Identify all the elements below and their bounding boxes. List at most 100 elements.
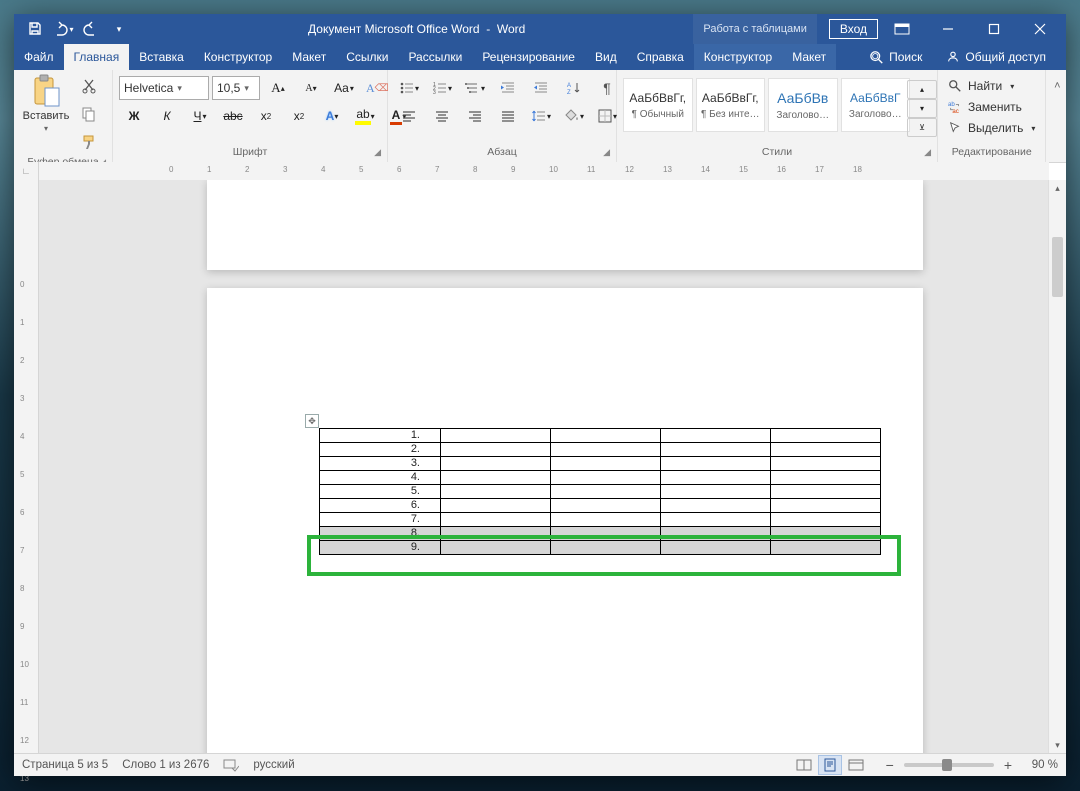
- table-cell[interactable]: [551, 471, 661, 485]
- table-cell[interactable]: [441, 471, 551, 485]
- table-cell[interactable]: [441, 429, 551, 443]
- text-effects-button[interactable]: A▾: [317, 104, 347, 128]
- view-web-button[interactable]: [844, 755, 868, 775]
- table-cell[interactable]: [661, 457, 771, 471]
- table-cell[interactable]: [661, 527, 771, 541]
- redo-button[interactable]: [78, 16, 104, 42]
- table-cell[interactable]: 7.: [320, 513, 441, 527]
- document-canvas[interactable]: ✥ 1.2.3.4.5.6.7.8.9.: [39, 180, 1049, 754]
- table-cell[interactable]: [661, 429, 771, 443]
- sort-button[interactable]: AZ: [559, 76, 589, 100]
- signin-button[interactable]: Вход: [829, 19, 878, 39]
- table-cell[interactable]: [441, 443, 551, 457]
- table-cell[interactable]: [661, 471, 771, 485]
- scroll-thumb[interactable]: [1052, 237, 1063, 297]
- status-page[interactable]: Страница 5 из 5: [22, 759, 108, 771]
- table-cell[interactable]: [771, 527, 881, 541]
- style-heading1[interactable]: АаБбВвЗаголово…: [768, 78, 838, 132]
- table-cell[interactable]: [551, 541, 661, 555]
- tab-table-design[interactable]: Конструктор: [694, 44, 782, 70]
- multilevel-button[interactable]: ▾: [460, 76, 490, 100]
- horizontal-ruler[interactable]: 0123456789101112131415161718: [39, 162, 1049, 180]
- zoom-level[interactable]: 90 %: [1022, 759, 1058, 771]
- table-cell[interactable]: [551, 513, 661, 527]
- tab-layout[interactable]: Макет: [282, 44, 336, 70]
- table-cell[interactable]: 2.: [320, 443, 441, 457]
- scroll-down-button[interactable]: ▾: [1049, 737, 1066, 754]
- table-cell[interactable]: [551, 443, 661, 457]
- tab-view[interactable]: Вид: [585, 44, 627, 70]
- subscript-button[interactable]: x2: [251, 104, 281, 128]
- strike-button[interactable]: abc: [218, 104, 248, 128]
- paragraph-dialog-launcher[interactable]: ◢: [603, 147, 610, 158]
- replace-button[interactable]: abacЗаменить: [944, 97, 1026, 117]
- table-cell[interactable]: [771, 471, 881, 485]
- tab-references[interactable]: Ссылки: [336, 44, 398, 70]
- tab-review[interactable]: Рецензирование: [472, 44, 585, 70]
- table-cell[interactable]: [771, 499, 881, 513]
- align-left-button[interactable]: [394, 104, 424, 128]
- close-button[interactable]: [1018, 14, 1062, 44]
- table-cell[interactable]: 8.: [320, 527, 441, 541]
- zoom-slider[interactable]: [904, 763, 994, 767]
- styles-row-up[interactable]: ▴: [907, 80, 937, 99]
- collapse-ribbon-button[interactable]: ˄: [1042, 74, 1072, 98]
- styles-expand[interactable]: ⊻: [907, 118, 937, 137]
- tab-help[interactable]: Справка: [627, 44, 694, 70]
- scroll-up-button[interactable]: ▴: [1049, 180, 1066, 197]
- format-painter-button[interactable]: [74, 130, 104, 154]
- scroll-track[interactable]: [1049, 197, 1066, 737]
- copy-button[interactable]: [74, 102, 104, 126]
- table-cell[interactable]: 6.: [320, 499, 441, 513]
- align-right-button[interactable]: [460, 104, 490, 128]
- style-normal[interactable]: АаБбВвГг,¶ Обычный: [623, 78, 693, 132]
- table-cell[interactable]: [441, 513, 551, 527]
- undo-button[interactable]: ▾: [50, 16, 76, 42]
- status-wordcount[interactable]: Слово 1 из 2676: [122, 759, 209, 771]
- change-case-button[interactable]: Aa▾: [329, 76, 359, 100]
- table-cell[interactable]: [441, 499, 551, 513]
- zoom-in-button[interactable]: +: [1000, 757, 1016, 773]
- table-cell[interactable]: 4.: [320, 471, 441, 485]
- table-cell[interactable]: [441, 541, 551, 555]
- maximize-button[interactable]: [972, 14, 1016, 44]
- find-button[interactable]: Найти▾: [944, 76, 1018, 96]
- font-dialog-launcher[interactable]: ◢: [374, 147, 381, 158]
- table-cell[interactable]: [551, 499, 661, 513]
- table-cell[interactable]: [771, 429, 881, 443]
- table-cell[interactable]: [661, 443, 771, 457]
- tell-me-search[interactable]: Поиск: [860, 44, 932, 70]
- table-cell[interactable]: [771, 443, 881, 457]
- status-language[interactable]: русский: [253, 759, 294, 771]
- bold-button[interactable]: Ж: [119, 104, 149, 128]
- table-cell[interactable]: [661, 499, 771, 513]
- font-name-combo[interactable]: Helvetica▾: [119, 76, 209, 100]
- tab-file[interactable]: Файл: [14, 44, 64, 70]
- minimize-button[interactable]: [926, 14, 970, 44]
- table-cell[interactable]: [771, 457, 881, 471]
- justify-button[interactable]: [493, 104, 523, 128]
- save-button[interactable]: [22, 16, 48, 42]
- style-no-spacing[interactable]: АаБбВвГг,¶ Без инте…: [696, 78, 766, 132]
- table-cell[interactable]: [661, 485, 771, 499]
- table-cell[interactable]: [441, 527, 551, 541]
- grow-font-button[interactable]: A▴: [263, 76, 293, 100]
- status-spellcheck-icon[interactable]: [223, 758, 239, 772]
- table-cell[interactable]: 1.: [320, 429, 441, 443]
- vertical-ruler[interactable]: 01234567891011121314: [14, 180, 39, 754]
- table-cell[interactable]: [551, 457, 661, 471]
- styles-dialog-launcher[interactable]: ◢: [924, 147, 931, 158]
- ribbon-display-button[interactable]: [880, 14, 924, 44]
- style-heading2[interactable]: АаБбВвГЗаголово…: [841, 78, 911, 132]
- tab-design[interactable]: Конструктор: [194, 44, 282, 70]
- tab-table-layout[interactable]: Макет: [782, 44, 836, 70]
- tab-insert[interactable]: Вставка: [129, 44, 194, 70]
- table-cell[interactable]: [551, 485, 661, 499]
- cut-button[interactable]: [74, 74, 104, 98]
- qat-customize[interactable]: ▾: [106, 16, 132, 42]
- select-button[interactable]: Выделить▾: [944, 118, 1039, 138]
- document-table[interactable]: 1.2.3.4.5.6.7.8.9.: [319, 428, 881, 555]
- table-cell[interactable]: [771, 541, 881, 555]
- table-cell[interactable]: [551, 429, 661, 443]
- shading-button[interactable]: ▾: [559, 104, 589, 128]
